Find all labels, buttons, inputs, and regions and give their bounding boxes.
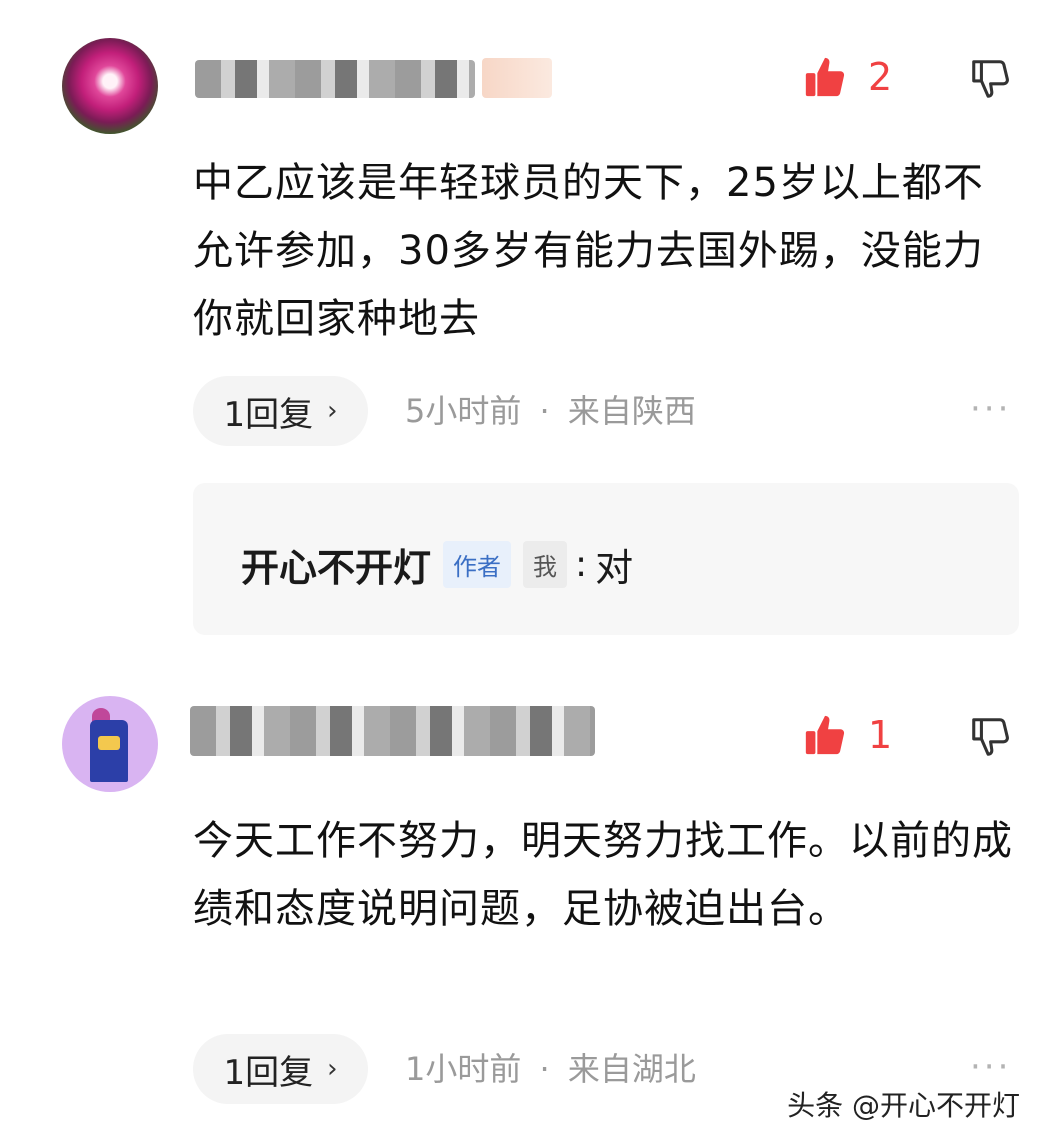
meta-separator: · <box>539 392 550 430</box>
thumbs-down-icon[interactable] <box>968 714 1014 760</box>
view-replies-button[interactable]: 1回复 › <box>193 1034 368 1104</box>
avatar[interactable] <box>62 696 158 792</box>
watermark: 头条 @开心不开灯 <box>787 1089 1020 1122</box>
chevron-right-icon: › <box>327 396 338 426</box>
like-count: 2 <box>868 55 893 99</box>
comment-location: 来自湖北 <box>567 1050 696 1088</box>
comment-text: 中乙应该是年轻球员的天下，25岁以上都不允许参加，30多岁有能力去国外踢，没能力… <box>193 160 984 342</box>
avatar[interactable] <box>62 38 158 134</box>
reply-colon: : <box>575 544 588 585</box>
like-count: 1 <box>868 713 893 757</box>
view-replies-button[interactable]: 1回复 › <box>193 376 368 446</box>
more-icon[interactable]: ··· <box>970 374 1011 444</box>
reply-preview[interactable]: 开心不开灯 作者 我 : 对 <box>193 483 1019 635</box>
thumbs-down-icon[interactable] <box>968 56 1014 102</box>
comment-text: 今天工作不努力，明天努力找工作。以前的成绩和态度说明问题，足协被迫出台。 <box>193 818 1013 932</box>
reply-count-label: 1回复 <box>223 1052 314 1093</box>
comment-time: 5小时前 <box>405 392 522 430</box>
thumbs-up-icon <box>805 57 845 97</box>
chevron-right-icon: › <box>327 1054 338 1084</box>
me-badge: 我 <box>523 541 568 588</box>
like-button[interactable]: 1 <box>802 712 892 758</box>
like-button[interactable]: 2 <box>802 54 892 100</box>
comment-location: 来自陕西 <box>567 392 696 430</box>
comment-meta: 5小时前 · 来自陕西 <box>405 376 696 446</box>
meta-separator: · <box>539 1050 550 1088</box>
username-blurred[interactable] <box>195 60 475 98</box>
reply-text: 对 <box>595 546 634 590</box>
comment-time: 1小时前 <box>405 1050 522 1088</box>
thumbs-up-icon <box>805 715 845 755</box>
username-blurred[interactable] <box>190 706 595 756</box>
author-badge: 作者 <box>443 541 512 588</box>
reply-count-label: 1回复 <box>223 394 314 435</box>
reply-author-name[interactable]: 开心不开灯 <box>241 537 431 592</box>
reply-line: 开心不开灯 作者 我 : 对 <box>241 537 633 592</box>
comment-meta: 1小时前 · 来自湖北 <box>405 1034 696 1104</box>
username-badge-blurred <box>482 58 552 98</box>
